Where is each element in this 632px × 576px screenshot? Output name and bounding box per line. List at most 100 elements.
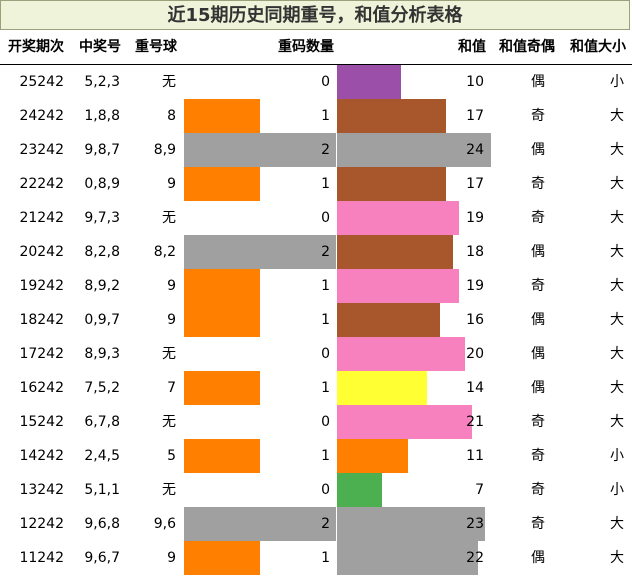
repeat-ball-cell: 8 [167,108,176,124]
size-cell: 大 [610,210,624,226]
issue-cell: 15242 [19,414,64,430]
size-cell: 小 [610,482,624,498]
issue-cell: 11242 [19,550,64,566]
number-cell: 8,9,3 [84,346,120,362]
repeat-ball-cell: 无 [162,346,176,362]
repeat-count-cell: 2 [321,142,330,158]
sum-cell: 7 [475,482,484,498]
parity-cell: 奇 [531,414,545,430]
repeat-ball-cell: 9 [167,176,176,192]
sum-cell: 14 [466,380,484,396]
repeat-ball-cell: 7 [167,380,176,396]
size-cell: 大 [610,414,624,430]
size-cell: 大 [610,176,624,192]
repeat-count-cell: 1 [321,176,330,192]
number-cell: 9,6,7 [84,550,120,566]
header-parity: 和值奇偶 [499,39,555,55]
repeat-count-cell: 2 [321,516,330,532]
repeat-count-cell: 2 [321,244,330,260]
parity-cell: 偶 [531,346,545,362]
sum-cell: 20 [466,346,484,362]
repeat-count-cell: 0 [321,414,330,430]
issue-cell: 18242 [19,312,64,328]
parity-cell: 偶 [531,380,545,396]
repeat-ball-cell: 9 [167,550,176,566]
sum-cell: 17 [466,176,484,192]
size-cell: 大 [610,244,624,260]
parity-cell: 奇 [531,278,545,294]
repeat-count-cell: 1 [321,550,330,566]
repeat-count-cell: 1 [321,448,330,464]
parity-cell: 奇 [531,482,545,498]
issue-cell: 21242 [19,210,64,226]
number-cell: 6,7,8 [84,414,120,430]
header-sum: 和值 [458,39,486,55]
number-cell: 5,2,3 [84,74,120,90]
number-cell: 9,8,7 [84,142,120,158]
parity-cell: 奇 [531,176,545,192]
repeat-count-cell: 0 [321,346,330,362]
issue-cell: 17242 [19,346,64,362]
number-cell: 8,9,2 [84,278,120,294]
repeat-count-cell: 1 [321,380,330,396]
issue-cell: 16242 [19,380,64,396]
number-cell: 9,6,8 [84,516,120,532]
size-cell: 大 [610,278,624,294]
parity-cell: 奇 [531,516,545,532]
repeat-ball-cell: 无 [162,414,176,430]
sum-cell: 23 [466,516,484,532]
number-cell: 5,1,1 [84,482,120,498]
parity-cell: 奇 [531,108,545,124]
size-cell: 大 [610,108,624,124]
issue-cell: 25242 [19,74,64,90]
number-cell: 0,8,9 [84,176,120,192]
repeat-ball-cell: 5 [167,448,176,464]
table-title: 近15期历史同期重号，和值分析表格 [0,0,630,30]
parity-cell: 偶 [531,74,545,90]
issue-cell: 12242 [19,516,64,532]
size-cell: 小 [610,74,624,90]
sum-cell: 19 [466,278,484,294]
sum-cell: 16 [466,312,484,328]
size-cell: 大 [610,550,624,566]
issue-cell: 19242 [19,278,64,294]
repeat-count-cell: 1 [321,108,330,124]
size-cell: 小 [610,448,624,464]
repeat-count-cell: 1 [321,312,330,328]
size-cell: 大 [610,346,624,362]
repeat-ball-cell: 无 [162,74,176,90]
repeat-ball-cell: 8,2 [153,244,176,260]
number-cell: 2,4,5 [84,448,120,464]
repeat-count-cell: 1 [321,278,330,294]
header-issue: 开奖期次 [8,39,64,55]
parity-cell: 偶 [531,550,545,566]
size-cell: 大 [610,380,624,396]
sum-cell: 17 [466,108,484,124]
issue-cell: 13242 [19,482,64,498]
lottery-analysis-table: 近15期历史同期重号，和值分析表格 开奖期次 中奖号 重号球 重码数量 和值 和… [0,0,632,576]
repeat-ball-cell: 9 [167,312,176,328]
repeat-ball-cell: 9 [167,278,176,294]
issue-cell: 22242 [19,176,64,192]
parity-cell: 偶 [531,244,545,260]
sum-cell: 11 [466,448,484,464]
repeat-ball-cell: 无 [162,482,176,498]
sum-cell: 24 [466,142,484,158]
size-cell: 大 [610,142,624,158]
header-size: 和值大小 [570,39,626,55]
repeat-ball-cell: 9,6 [153,516,176,532]
repeat-count-cell: 0 [321,74,330,90]
parity-cell: 偶 [531,312,545,328]
number-cell: 9,7,3 [84,210,120,226]
issue-cell: 14242 [19,448,64,464]
parity-cell: 奇 [531,210,545,226]
repeat-count-cell: 0 [321,482,330,498]
size-cell: 大 [610,312,624,328]
parity-cell: 偶 [531,142,545,158]
header-repeat-ball: 重号球 [135,39,177,55]
sum-cell: 18 [466,244,484,260]
issue-cell: 20242 [19,244,64,260]
sum-cell: 10 [466,74,484,90]
repeat-ball-cell: 8,9 [153,142,176,158]
sum-cell: 22 [466,550,484,566]
